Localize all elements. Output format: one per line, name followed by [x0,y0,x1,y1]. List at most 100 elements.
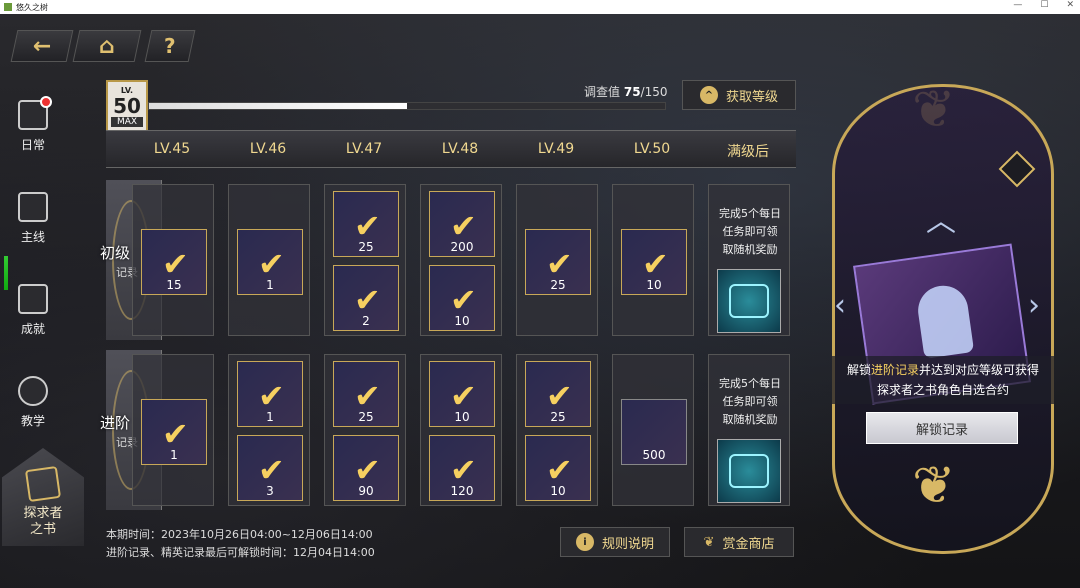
reward-column: ✔ 15 [132,184,214,336]
reward-item[interactable]: ✔ 10 [429,361,495,427]
level-max: MAX [111,117,143,127]
reward-column: ✔ 25 [516,184,598,336]
reward-item[interactable]: ✔ 120 [429,435,495,501]
character-silhouette-icon [914,282,975,359]
bonus-line: 任务即可领 [722,225,778,238]
check-icon: ✔ [642,245,669,283]
check-icon: ✔ [450,207,477,245]
chevron-up-icon: ^ [699,86,718,104]
check-icon: ✔ [258,451,285,489]
level-header-row: LV.45 LV.46 LV.47 LV.48 LV.49 LV.50 满级后 [106,130,796,168]
reward-item[interactable]: ✔ 25 [525,361,591,427]
sidebar-item-daily[interactable]: 日常 [0,96,66,153]
back-arrow-icon: ← [32,33,52,59]
reward-count: 10 [454,314,470,328]
bonus-column: 完成5个每日 任务即可领 取随机奖励 [708,184,790,336]
reward-count: 90 [358,484,374,498]
level-value: 50 [113,94,141,118]
app-icon [4,3,12,11]
reward-item[interactable]: ✔ 25 [333,191,399,257]
reward-count: 200 [450,240,474,254]
reward-item[interactable]: ✔ 90 [333,435,399,501]
help-button[interactable]: ? [144,30,196,62]
rules-button[interactable]: i 规则说明 [560,527,670,557]
reward-item[interactable]: ✔ 1 [237,229,303,295]
bonus-description: 完成5个每日 任务即可领 取随机奖励 [713,205,787,259]
reward-item[interactable]: ✔ 25 [525,229,591,295]
reward-item[interactable]: ✔ 10 [525,435,591,501]
unlock-record-button[interactable]: 解锁记录 [866,412,1018,444]
bonus-line: 任务即可领 [722,395,778,408]
sidebar-item-main[interactable]: 主线 [0,192,66,245]
reward-item[interactable]: ✔ 3 [237,435,303,501]
help-icon: ? [164,34,176,58]
level-label: 满级后 [727,144,769,160]
shop-label: 赏金商店 [722,536,775,552]
sidebar-item-label: 日常 [20,138,45,152]
bonus-line: 完成5个每日 [719,207,781,220]
rules-label: 规则说明 [601,536,654,552]
minimize-button[interactable]: — [1013,0,1022,10]
reward-count: 3 [266,484,274,498]
investigation-progress-bar [148,102,666,110]
chest-icon [729,284,769,318]
reward-count: 1 [170,448,178,462]
progress-fill [149,103,407,109]
seeker-book-button[interactable]: 探求者 之书 [2,448,84,546]
check-icon: ✔ [162,415,189,453]
random-reward-chest[interactable] [717,439,781,503]
home-button[interactable]: ⌂ [72,30,142,62]
reward-item[interactable]: ✔ 10 [621,229,687,295]
reward-item[interactable]: ✔ 15 [141,229,207,295]
reward-count: 25 [550,278,566,292]
bounty-shop-button[interactable]: ❦ 赏金商店 [684,527,794,557]
reward-count: 25 [358,240,374,254]
panel-text-pre: 解锁 [846,363,871,377]
scroll-icon [18,192,48,222]
check-icon: ✔ [546,451,573,489]
maximize-button[interactable]: ☐ [1040,0,1048,10]
reward-item[interactable]: ✔ 1 [141,399,207,465]
reward-column: ✔ 1 ✔ 3 [228,354,310,506]
reward-item[interactable]: ✔ 2 [333,265,399,331]
deadline-text: 进阶记录、精英记录最后可解锁时间：12月04日14:00 [106,546,375,559]
chevron-right-icon[interactable]: › [1028,288,1040,323]
window-title: 悠久之树 [16,2,48,12]
panel-text-highlight: 进阶记录 [870,363,919,377]
reward-item[interactable]: ✔ 10 [429,265,495,331]
check-icon: ✔ [258,245,285,283]
sidebar-item-label: 教学 [20,414,45,428]
reward-count: 1 [266,410,274,424]
bonus-description: 完成5个每日 任务即可领 取随机奖励 [713,375,787,429]
investigation-total: /150 [640,85,668,99]
leaf-icon: ❦ [703,534,715,550]
reward-item[interactable]: ✔ 1 [237,361,303,427]
level-label: LV.47 [345,141,383,157]
reward-count: 10 [646,278,662,292]
check-icon: ✔ [162,245,189,283]
get-level-button[interactable]: ^ 获取等级 [682,80,796,110]
check-icon: ✔ [450,377,477,415]
info-icon: i [575,533,594,551]
row-tag-title: 进阶 [100,414,131,432]
chevron-left-icon[interactable]: ‹ [834,288,846,323]
reward-column: ✔ 10 [612,184,694,336]
sidebar-item-achievement[interactable]: 成就 [0,284,66,337]
reward-count: 500 [642,448,666,462]
investigation-value: 调查值 75/150 [584,83,668,100]
notification-badge [40,96,52,108]
trophy-icon [18,284,48,314]
bonus-line: 取随机奖励 [722,413,778,426]
status-bar [4,256,8,290]
close-button[interactable]: ✕ [1066,0,1074,10]
reward-item[interactable]: ✔ 200 [429,191,495,257]
reward-item[interactable]: 500 [621,399,687,465]
book-label-1: 探求者 [23,506,63,521]
reward-column: ✔ 1 [228,184,310,336]
reward-item[interactable]: ✔ 25 [333,361,399,427]
chevron-up-icon[interactable]: ︿ [926,196,956,240]
random-reward-chest[interactable] [717,269,781,333]
back-button[interactable]: ← [10,30,74,62]
sidebar-item-teaching[interactable]: 教学 [0,376,66,429]
check-icon: ✔ [450,451,477,489]
